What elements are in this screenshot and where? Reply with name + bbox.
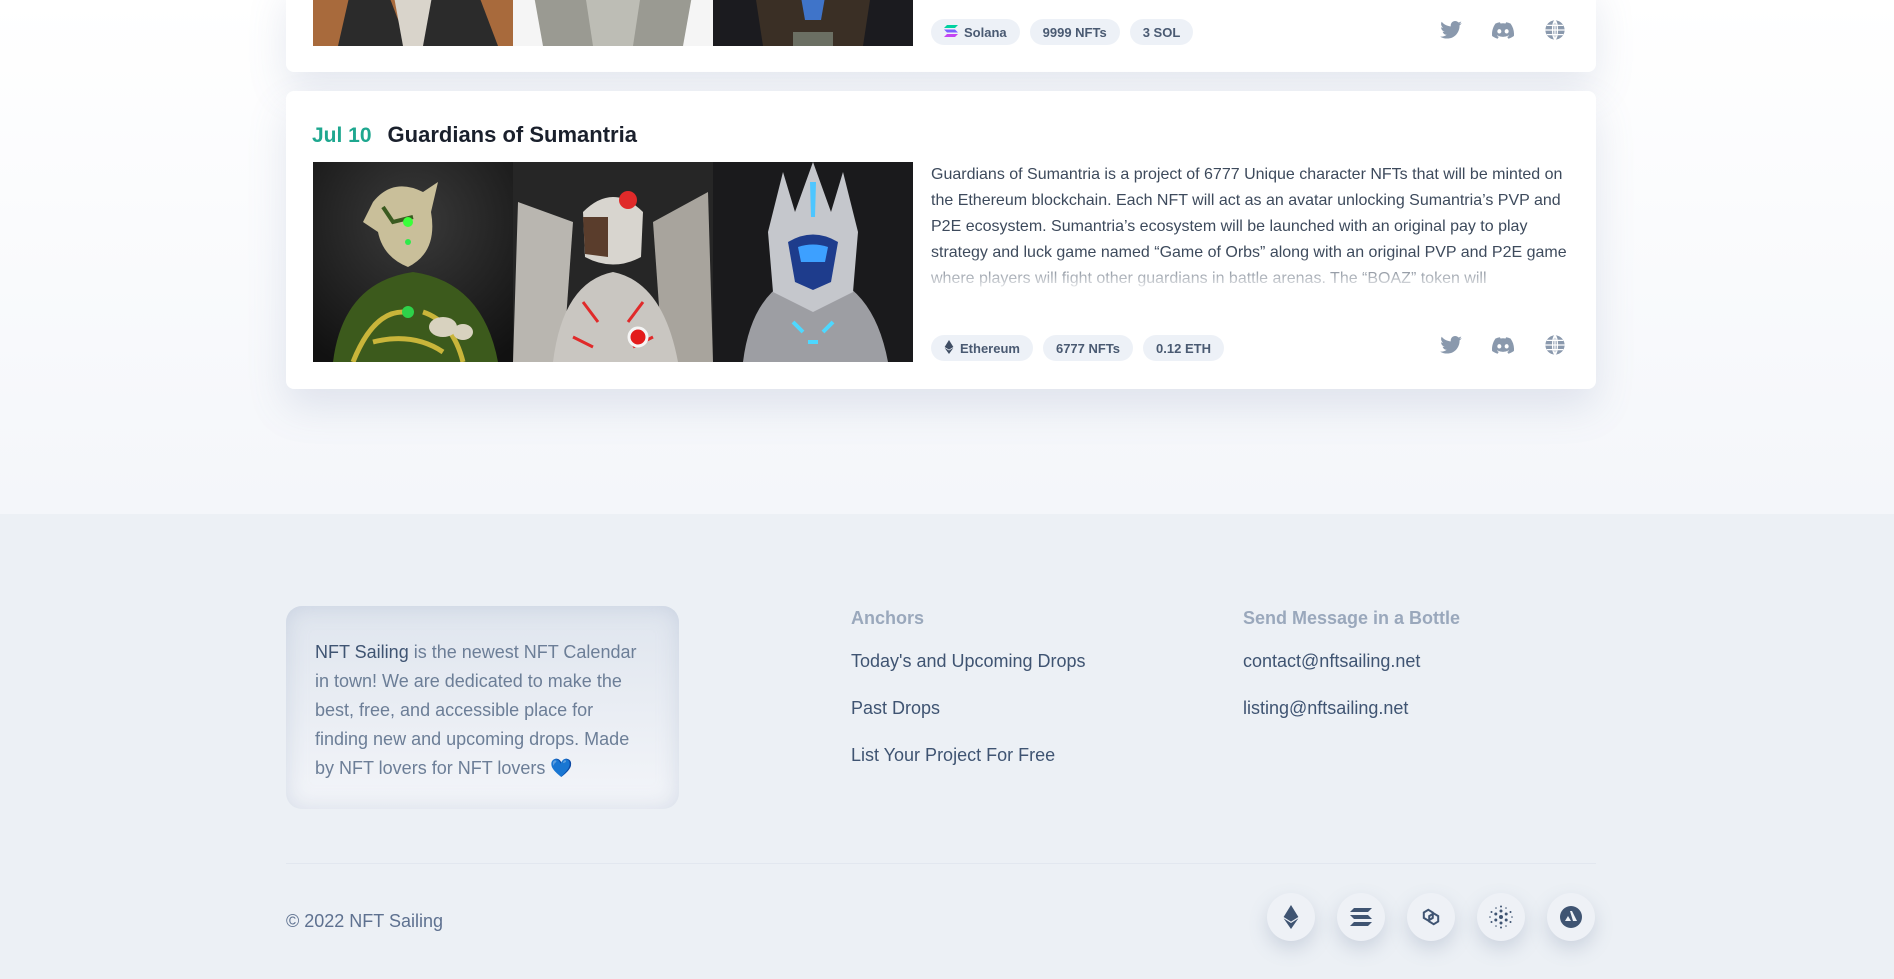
price-tag: 3 SOL (1129, 19, 1194, 45)
twitter-icon[interactable] (1440, 19, 1462, 41)
twitter-icon[interactable] (1440, 334, 1462, 356)
supply-tag: 9999 NFTs (1029, 19, 1120, 45)
project-image-1 (313, 0, 513, 46)
copyright: © 2022 NFT Sailing (286, 911, 444, 931)
link-listing-email[interactable]: listing@nftsailing.net (1243, 698, 1460, 719)
project-card[interactable]: Jul 10 Guardians of Sumantria Guardians … (286, 91, 1596, 389)
project-image-3 (713, 162, 913, 362)
price-tag: 0.12 ETH (1143, 335, 1224, 361)
anchors-heading: Anchors (851, 608, 925, 628)
project-image-1 (313, 162, 513, 362)
project-image-3 (713, 0, 913, 46)
drop-date: Jul 10 (312, 124, 372, 147)
project-image-2 (513, 0, 713, 46)
contact-column: Send Message in a Bottle contact@nftsail… (1243, 608, 1460, 745)
project-image-strip[interactable] (313, 162, 913, 362)
globe-icon[interactable] (1544, 334, 1566, 356)
project-tags: Solana 9999 NFTs 3 SOL (931, 19, 1194, 45)
cardano-icon[interactable] (1477, 893, 1525, 941)
discord-icon[interactable] (1492, 334, 1514, 356)
link-past-drops[interactable]: Past Drops (851, 698, 1086, 719)
chain-tag: Solana (931, 19, 1020, 45)
ethereum-icon[interactable] (1267, 893, 1315, 941)
project-image-2 (513, 162, 713, 362)
project-image-strip[interactable] (313, 0, 913, 46)
project-socials (1440, 334, 1566, 356)
link-list-project[interactable]: List Your Project For Free (851, 745, 1086, 766)
discord-icon[interactable] (1492, 19, 1514, 41)
supply-tag: 6777 NFTs (1042, 335, 1134, 361)
globe-icon[interactable] (1544, 19, 1566, 41)
contact-heading: Send Message in a Bottle (1243, 608, 1461, 628)
site-footer: NFT Sailing is the newest NFT Calendar i… (0, 514, 1894, 979)
about-brand: NFT Sailing (315, 642, 409, 662)
project-socials (1440, 19, 1566, 41)
page-top: Solana 9999 NFTs 3 SOL Jul 10 Guardians … (0, 0, 1894, 514)
project-card[interactable]: Solana 9999 NFTs 3 SOL (286, 0, 1596, 72)
chain-tag: Ethereum (931, 335, 1033, 361)
about-text: is the newest NFT Calendar in town! We a… (315, 642, 637, 778)
ethereum-icon (944, 339, 954, 357)
project-title[interactable]: Guardians of Sumantria (388, 122, 637, 148)
project-description: Guardians of Sumantria is a project of 6… (931, 162, 1571, 287)
about-box: NFT Sailing is the newest NFT Calendar i… (286, 606, 679, 809)
link-upcoming-drops[interactable]: Today's and Upcoming Drops (851, 651, 1086, 672)
polygon-icon[interactable] (1407, 893, 1455, 941)
footer-divider (286, 863, 1596, 864)
anchors-column: Anchors Today's and Upcoming Drops Past … (851, 608, 1086, 792)
solana-icon (944, 24, 958, 40)
project-header: Jul 10 Guardians of Sumantria (312, 122, 637, 148)
chain-buttons (1267, 893, 1595, 941)
avalanche-icon[interactable] (1547, 893, 1595, 941)
solana-icon[interactable] (1337, 893, 1385, 941)
link-contact-email[interactable]: contact@nftsailing.net (1243, 651, 1460, 672)
project-tags: Ethereum 6777 NFTs 0.12 ETH (931, 335, 1224, 361)
